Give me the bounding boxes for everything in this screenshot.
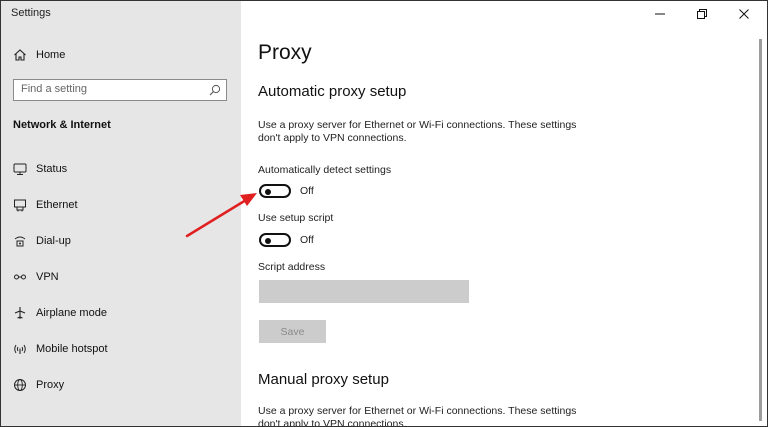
setup-script-toggle[interactable] [259,233,291,247]
sidebar-item-vpn[interactable]: VPN [1,262,241,292]
section-heading-manual: Manual proxy setup [258,371,389,388]
setup-script-label: Use setup script [258,212,334,224]
sidebar-item-label: Dial-up [36,235,71,247]
dialup-icon [12,233,28,249]
manual-description: Use a proxy server for Ethernet or Wi-Fi… [258,405,577,427]
scrollbar-thumb[interactable] [759,39,762,421]
automatic-description: Use a proxy server for Ethernet or Wi-Fi… [258,119,577,144]
save-button[interactable]: Save [259,320,326,343]
close-icon [739,9,749,19]
sidebar-item-ethernet[interactable]: Ethernet [1,190,241,220]
settings-window: Settings Home Network & Internet Status [0,0,768,427]
search-box[interactable] [13,79,227,101]
detect-settings-label: Automatically detect settings [258,164,392,176]
sidebar-item-dial-up[interactable]: Dial-up [1,226,241,256]
vpn-icon [12,269,28,285]
close-button[interactable] [723,1,765,27]
script-address-input[interactable] [259,280,469,303]
sidebar-item-label: Mobile hotspot [36,343,108,355]
detect-settings-toggle[interactable] [259,184,291,198]
hotspot-icon [12,341,28,357]
search-icon[interactable] [208,83,222,97]
window-title: Settings [11,7,51,19]
ethernet-icon [12,197,28,213]
sidebar-item-label: Status [36,163,68,175]
minimize-button[interactable] [639,1,681,27]
sidebar-item-home[interactable]: Home [1,40,241,70]
globe-icon [12,377,28,393]
detect-settings-state: Off [300,185,314,197]
sidebar-item-label: Ethernet [36,199,78,211]
section-header: Network & Internet [13,119,111,131]
sidebar-item-label: Proxy [36,379,65,391]
restore-icon [697,9,707,19]
scrollbar[interactable] [755,31,767,426]
sidebar-item-status[interactable]: Status [1,154,241,184]
script-address-label: Script address [258,261,326,273]
toggle-knob [265,237,271,244]
sidebar-item-airplane-mode[interactable]: Airplane mode [1,298,241,328]
airplane-icon [12,305,28,321]
globe-status-icon [12,161,28,177]
minimize-icon [655,13,665,15]
maximize-button[interactable] [681,1,723,27]
home-label: Home [36,49,66,61]
page-title: Proxy [258,41,312,64]
toggle-knob [265,188,271,195]
sidebar-item-proxy[interactable]: Proxy [1,370,241,400]
home-icon [12,47,28,63]
section-heading-automatic: Automatic proxy setup [258,83,407,100]
sidebar-item-label: Airplane mode [36,307,107,319]
search-input[interactable] [21,83,201,95]
setup-script-state: Off [300,234,314,246]
sidebar-item-label: VPN [36,271,59,283]
sidebar: Settings Home Network & Internet Status [1,1,241,426]
content-pane: Proxy Automatic proxy setup Use a proxy … [242,1,767,426]
sidebar-item-mobile-hotspot[interactable]: Mobile hotspot [1,334,241,364]
